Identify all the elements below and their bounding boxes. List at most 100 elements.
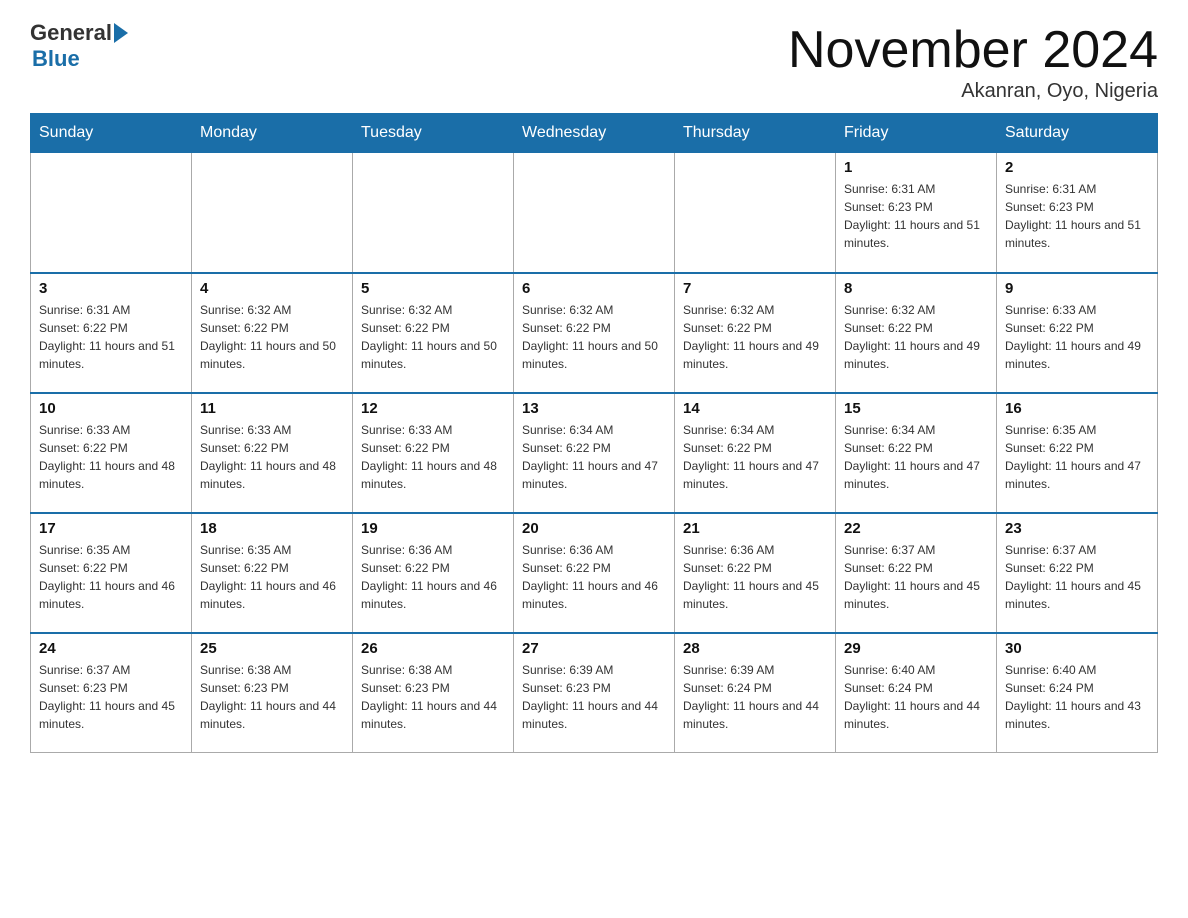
calendar-cell: [31, 153, 192, 273]
calendar-header-wednesday: Wednesday: [514, 114, 675, 153]
calendar-cell: 21Sunrise: 6:36 AM Sunset: 6:22 PM Dayli…: [675, 513, 836, 633]
day-info: Sunrise: 6:35 AM Sunset: 6:22 PM Dayligh…: [39, 541, 183, 613]
calendar-cell: 29 Sunrise: 6:40 AM Sunset: 6:24 PM Dayli…: [836, 633, 997, 753]
calendar-cell: 23 Sunrise: 6:37 AM Sunset: 6:22 PM Dayli…: [997, 513, 1158, 633]
day-number: 7: [683, 280, 827, 297]
day-info: Sunrise: 6:38 AM Sunset: 6:23 PM Dayligh…: [200, 661, 344, 733]
day-number: 3: [39, 280, 183, 297]
calendar-cell: 9 Sunrise: 6:33 AM Sunset: 6:22 PM Daylig…: [997, 273, 1158, 393]
calendar-week-row: 1Sunrise: 6:31 AM Sunset: 6:23 PM Daylig…: [31, 153, 1158, 273]
logo: General Blue: [30, 20, 128, 72]
calendar-table: SundayMondayTuesdayWednesdayThursdayFrid…: [30, 113, 1158, 753]
title-area: November 2024 Akanran, Oyo, Nigeria: [788, 20, 1158, 103]
calendar-week-row: 17 Sunrise: 6:35 AM Sunset: 6:22 PM Dayli…: [31, 513, 1158, 633]
day-number: 25: [200, 640, 344, 657]
day-number: 21: [683, 520, 827, 537]
day-info: Sunrise: 6:34 AM Sunset: 6:22 PM Dayligh…: [683, 421, 827, 493]
day-info: Sunrise: 6:37 AM Sunset: 6:22 PM Dayligh…: [1005, 541, 1149, 613]
day-number: 13: [522, 400, 666, 417]
calendar-cell: 25 Sunrise: 6:38 AM Sunset: 6:23 PM Dayli…: [192, 633, 353, 753]
calendar-cell: [192, 153, 353, 273]
day-info: Sunrise: 6:33 AM Sunset: 6:22 PM Dayligh…: [39, 421, 183, 493]
day-number: 14: [683, 400, 827, 417]
day-number: 15: [844, 400, 988, 417]
calendar-cell: 2Sunrise: 6:31 AM Sunset: 6:23 PM Daylig…: [997, 153, 1158, 273]
day-info: Sunrise: 6:35 AM Sunset: 6:22 PM Dayligh…: [1005, 421, 1149, 493]
calendar-cell: [514, 153, 675, 273]
day-number: 8: [844, 280, 988, 297]
day-number: 28: [683, 640, 827, 657]
day-info: Sunrise: 6:37 AM Sunset: 6:22 PM Dayligh…: [844, 541, 988, 613]
day-info: Sunrise: 6:33 AM Sunset: 6:22 PM Dayligh…: [361, 421, 505, 493]
day-number: 26: [361, 640, 505, 657]
calendar-cell: 3 Sunrise: 6:31 AM Sunset: 6:22 PM Daylig…: [31, 273, 192, 393]
day-info: Sunrise: 6:35 AM Sunset: 6:22 PM Dayligh…: [200, 541, 344, 613]
day-number: 20: [522, 520, 666, 537]
day-number: 30: [1005, 640, 1149, 657]
calendar-header-sunday: Sunday: [31, 114, 192, 153]
page-header: General Blue November 2024 Akanran, Oyo,…: [30, 20, 1158, 103]
calendar-cell: 18Sunrise: 6:35 AM Sunset: 6:22 PM Dayli…: [192, 513, 353, 633]
day-number: 29: [844, 640, 988, 657]
day-number: 24: [39, 640, 183, 657]
calendar-cell: 15 Sunrise: 6:34 AM Sunset: 6:22 PM Dayli…: [836, 393, 997, 513]
calendar-cell: 17 Sunrise: 6:35 AM Sunset: 6:22 PM Dayli…: [31, 513, 192, 633]
calendar-cell: 12 Sunrise: 6:33 AM Sunset: 6:22 PM Dayli…: [353, 393, 514, 513]
calendar-cell: 5 Sunrise: 6:32 AM Sunset: 6:22 PM Daylig…: [353, 273, 514, 393]
calendar-cell: 22 Sunrise: 6:37 AM Sunset: 6:22 PM Dayli…: [836, 513, 997, 633]
day-info: Sunrise: 6:37 AM Sunset: 6:23 PM Dayligh…: [39, 661, 183, 733]
day-info: Sunrise: 6:31 AM Sunset: 6:22 PM Dayligh…: [39, 301, 183, 373]
calendar-cell: [353, 153, 514, 273]
calendar-header-tuesday: Tuesday: [353, 114, 514, 153]
day-number: 6: [522, 280, 666, 297]
day-number: 12: [361, 400, 505, 417]
calendar-cell: 11Sunrise: 6:33 AM Sunset: 6:22 PM Dayli…: [192, 393, 353, 513]
day-number: 11: [200, 400, 344, 417]
day-number: 4: [200, 280, 344, 297]
calendar-cell: 14 Sunrise: 6:34 AM Sunset: 6:22 PM Dayli…: [675, 393, 836, 513]
day-number: 22: [844, 520, 988, 537]
day-info: Sunrise: 6:40 AM Sunset: 6:24 PM Dayligh…: [844, 661, 988, 733]
day-number: 16: [1005, 400, 1149, 417]
logo-blue-text: Blue: [32, 46, 80, 72]
calendar-cell: 30 Sunrise: 6:40 AM Sunset: 6:24 PM Dayli…: [997, 633, 1158, 753]
calendar-cell: 27 Sunrise: 6:39 AM Sunset: 6:23 PM Dayli…: [514, 633, 675, 753]
day-number: 1: [844, 159, 988, 176]
calendar-header-saturday: Saturday: [997, 114, 1158, 153]
calendar-cell: [675, 153, 836, 273]
day-number: 9: [1005, 280, 1149, 297]
day-number: 2: [1005, 159, 1149, 176]
calendar-cell: 19Sunrise: 6:36 AM Sunset: 6:22 PM Dayli…: [353, 513, 514, 633]
day-info: Sunrise: 6:33 AM Sunset: 6:22 PM Dayligh…: [1005, 301, 1149, 373]
calendar-cell: 26 Sunrise: 6:38 AM Sunset: 6:23 PM Dayli…: [353, 633, 514, 753]
day-number: 5: [361, 280, 505, 297]
day-info: Sunrise: 6:39 AM Sunset: 6:24 PM Dayligh…: [683, 661, 827, 733]
day-number: 23: [1005, 520, 1149, 537]
day-info: Sunrise: 6:40 AM Sunset: 6:24 PM Dayligh…: [1005, 661, 1149, 733]
calendar-cell: 1Sunrise: 6:31 AM Sunset: 6:23 PM Daylig…: [836, 153, 997, 273]
day-info: Sunrise: 6:32 AM Sunset: 6:22 PM Dayligh…: [522, 301, 666, 373]
day-info: Sunrise: 6:36 AM Sunset: 6:22 PM Dayligh…: [522, 541, 666, 613]
calendar-cell: 4Sunrise: 6:32 AM Sunset: 6:22 PM Daylig…: [192, 273, 353, 393]
calendar-cell: 7 Sunrise: 6:32 AM Sunset: 6:22 PM Daylig…: [675, 273, 836, 393]
logo-triangle-icon: [114, 23, 128, 43]
calendar-cell: 16 Sunrise: 6:35 AM Sunset: 6:22 PM Dayli…: [997, 393, 1158, 513]
calendar-week-row: 3 Sunrise: 6:31 AM Sunset: 6:22 PM Daylig…: [31, 273, 1158, 393]
day-info: Sunrise: 6:32 AM Sunset: 6:22 PM Dayligh…: [844, 301, 988, 373]
day-info: Sunrise: 6:39 AM Sunset: 6:23 PM Dayligh…: [522, 661, 666, 733]
day-number: 27: [522, 640, 666, 657]
logo-general-text: General: [30, 20, 112, 46]
calendar-cell: 28 Sunrise: 6:39 AM Sunset: 6:24 PM Dayli…: [675, 633, 836, 753]
calendar-header-monday: Monday: [192, 114, 353, 153]
calendar-week-row: 10 Sunrise: 6:33 AM Sunset: 6:22 PM Dayli…: [31, 393, 1158, 513]
day-info: Sunrise: 6:34 AM Sunset: 6:22 PM Dayligh…: [844, 421, 988, 493]
day-info: Sunrise: 6:38 AM Sunset: 6:23 PM Dayligh…: [361, 661, 505, 733]
day-number: 19: [361, 520, 505, 537]
day-info: Sunrise: 6:34 AM Sunset: 6:22 PM Dayligh…: [522, 421, 666, 493]
calendar-cell: 6 Sunrise: 6:32 AM Sunset: 6:22 PM Daylig…: [514, 273, 675, 393]
day-number: 10: [39, 400, 183, 417]
day-info: Sunrise: 6:32 AM Sunset: 6:22 PM Dayligh…: [683, 301, 827, 373]
day-info: Sunrise: 6:32 AM Sunset: 6:22 PM Dayligh…: [361, 301, 505, 373]
calendar-cell: 20 Sunrise: 6:36 AM Sunset: 6:22 PM Dayli…: [514, 513, 675, 633]
day-number: 17: [39, 520, 183, 537]
